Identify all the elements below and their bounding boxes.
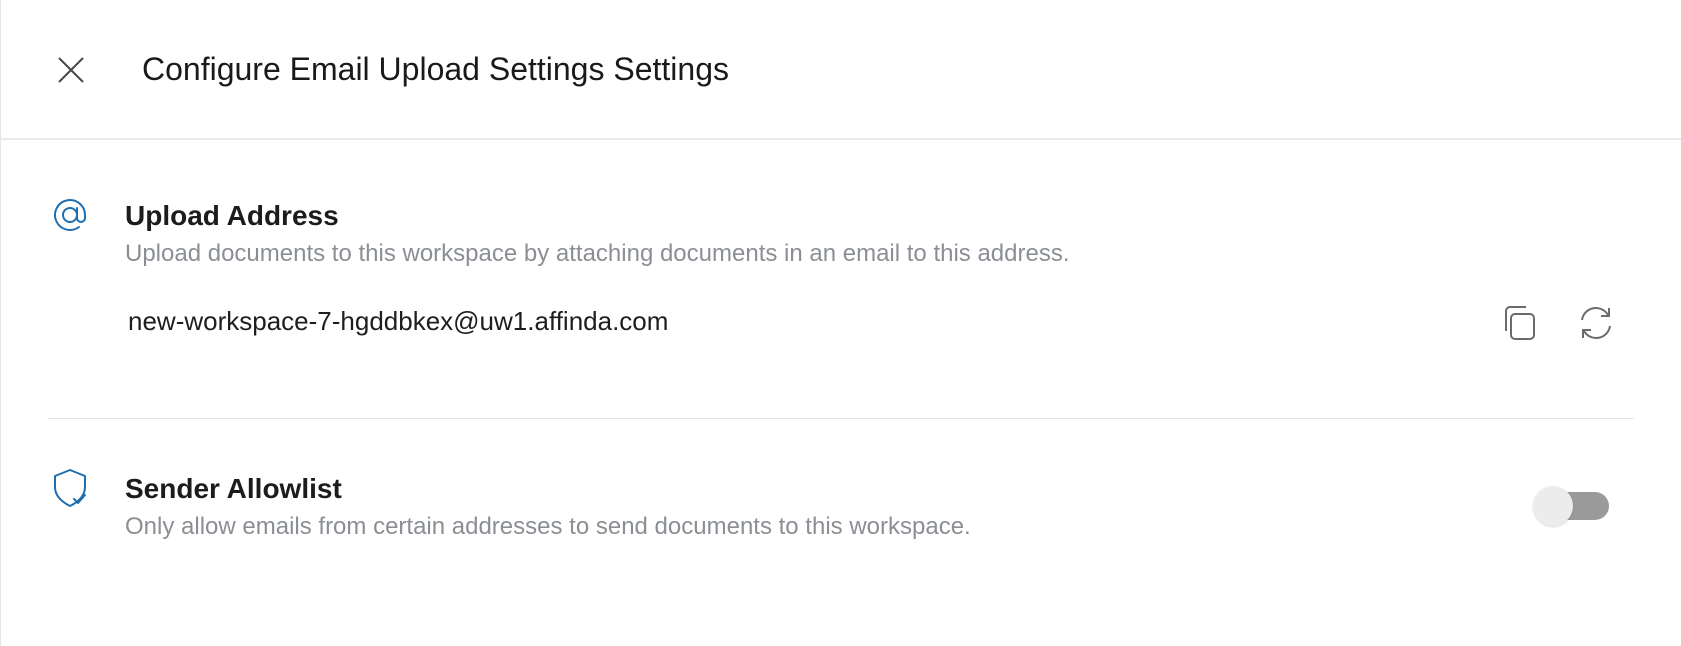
regenerate-address-button[interactable] [1574,301,1618,345]
sender-allowlist-description: Only allow emails from certain addresses… [125,513,971,540]
sender-allowlist-section: Sender Allowlist Only allow emails from … [48,468,1634,568]
page-title: Configure Email Upload Settings Settings [142,51,729,87]
upload-address-description: Upload documents to this workspace by at… [125,240,1070,267]
shield-check-icon [50,468,90,508]
upload-address-value[interactable]: new-workspace-7-hgddbkex@uw1.affinda.com [128,305,668,337]
at-sign-icon [50,195,90,235]
close-button[interactable] [51,50,91,90]
copy-address-button[interactable] [1498,301,1542,345]
section-divider [48,418,1634,419]
upload-address-section: Upload Address Upload documents to this … [48,195,1634,395]
sender-allowlist-toggle[interactable] [1533,486,1611,526]
close-icon [58,57,84,83]
refresh-icon [1581,306,1611,340]
dialog-header: Configure Email Upload Settings Settings [1,0,1681,140]
toggle-knob [1533,486,1573,526]
upload-address-title: Upload Address [125,200,339,231]
copy-icon [1505,306,1535,340]
sender-allowlist-title: Sender Allowlist [125,473,342,504]
